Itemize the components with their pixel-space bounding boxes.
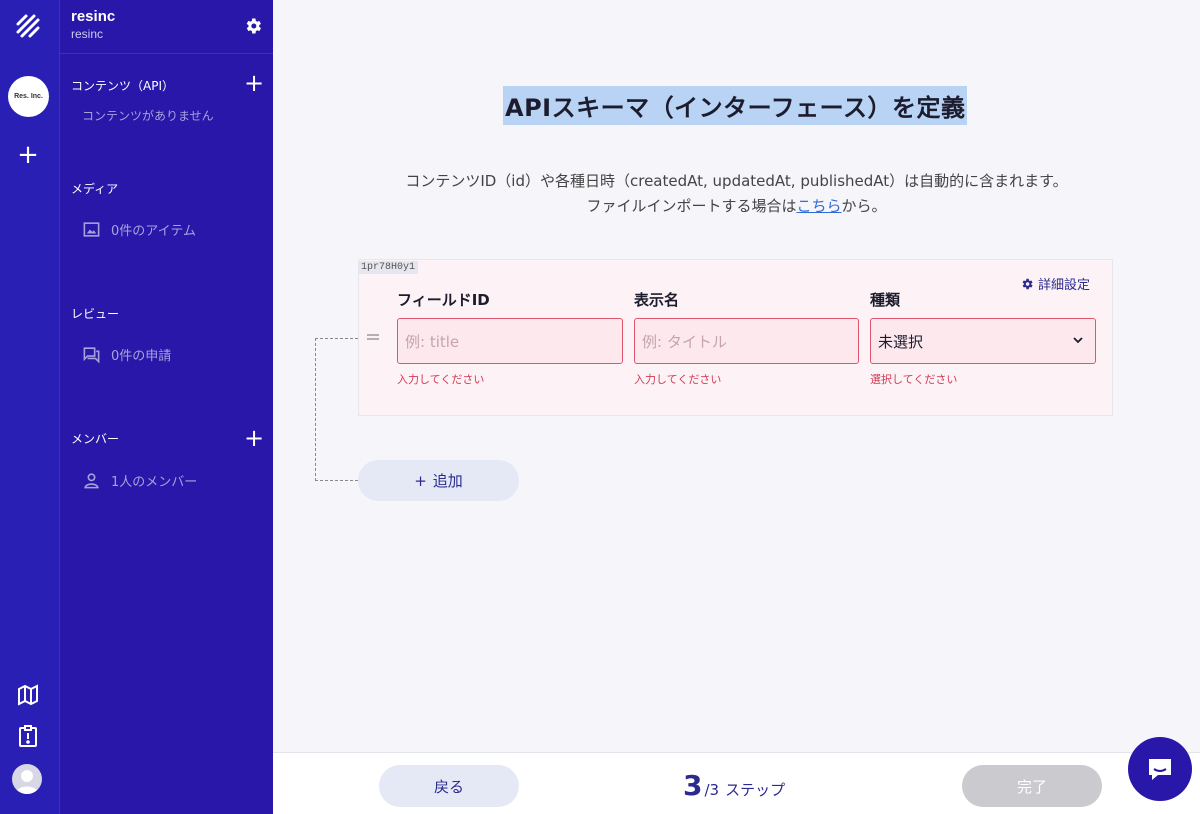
workspace-subname: resinc [71,27,104,41]
description-pre: ファイルインポートする場合は [586,197,797,215]
workspace-header: resinc resinc [71,8,115,41]
sidebar-item-members[interactable]: 1人のメンバー [82,471,197,490]
display-name-input[interactable]: 例: タイトル [634,318,859,364]
sidebar-divider [60,53,273,54]
step-indicator: 3 /3 ステップ [683,769,785,802]
sidebar-item-label: 1人のメンバー [111,475,198,490]
app-rail: Res. Inc. + [0,0,60,814]
description-line-2: ファイルインポートする場合はこちらから。 [273,195,1200,216]
type-select-value: 未選択 [878,332,924,351]
page-title: APIスキーマ（インターフェース）を定義 [503,86,968,125]
plus-icon: + [414,471,427,490]
app-logo-icon[interactable] [12,10,44,42]
image-icon [83,222,100,237]
sidebar-item-label: 0件のアイテム [111,224,196,239]
drag-handle-icon[interactable] [367,330,379,346]
add-workspace-button[interactable]: + [17,142,39,168]
workspace-name: resinc [71,8,116,25]
current-step: 3 [683,769,703,802]
type-select[interactable]: 未選択 [870,318,1096,364]
section-title-contents: コンテンツ（API） [71,79,174,93]
field-id-label: フィールドID [397,291,490,309]
section-title-media: メディア [71,182,119,196]
field-id-placeholder: 例: title [405,332,460,351]
back-button[interactable]: 戻る [379,765,519,807]
add-content-button[interactable]: + [244,71,264,95]
drag-lines [367,334,379,340]
sidebar-item-review[interactable]: 0件の申請 [82,345,171,364]
comments-icon [83,347,100,364]
display-name-error: 入力してください [634,373,722,386]
footer-bar: 戻る 3 /3 ステップ 完了 [273,752,1200,814]
advanced-settings-label: 詳細設定 [1038,278,1091,293]
chevron-down-icon [1073,337,1083,344]
map-icon[interactable] [16,683,40,707]
import-link[interactable]: こちら [796,197,841,215]
contents-empty-text: コンテンツがありません [82,109,214,123]
done-button[interactable]: 完了 [962,765,1102,807]
sidebar-item-label: 0件の申請 [111,349,172,364]
advanced-settings-button[interactable]: 詳細設定 [1020,274,1090,293]
user-avatar[interactable] [12,764,42,794]
total-steps: /3 [704,781,720,799]
chat-icon [1149,759,1171,780]
connector-line [315,338,358,481]
display-name-label: 表示名 [634,291,680,309]
gear-icon [1022,278,1033,289]
chat-button[interactable] [1128,737,1192,801]
add-field-button[interactable]: + 追加 [358,460,519,501]
field-id-error: 入力してください [397,373,485,386]
clipboard-alert-icon[interactable] [16,724,40,748]
section-title-review: レビュー [71,307,120,321]
add-field-label: 追加 [432,472,463,490]
add-member-button[interactable]: + [244,426,264,450]
description-line-1: コンテンツID（id）や各種日時（createdAt, updatedAt, p… [405,172,1068,190]
workspace-avatar[interactable]: Res. Inc. [8,76,49,117]
sidebar: resinc resinc コンテンツ（API） + コンテンツがありません メ… [60,0,273,814]
section-title-members: メンバー [71,432,120,446]
gear-icon[interactable] [243,16,263,36]
display-name-placeholder: 例: タイトル [642,332,727,351]
main-content: APIスキーマ（インターフェース）を定義 コンテンツID（id）や各種日時（cr… [273,0,1200,814]
type-label: 種類 [870,291,901,309]
field-id-input[interactable]: 例: title [397,318,623,364]
description-post: から。 [841,197,887,215]
user-icon [15,770,39,794]
person-icon [84,473,99,489]
step-label: ステップ [725,781,786,799]
type-error: 選択してください [870,373,958,386]
sidebar-item-media[interactable]: 0件のアイテム [82,220,196,239]
field-tag: 1pr78H0y1 [358,261,419,274]
